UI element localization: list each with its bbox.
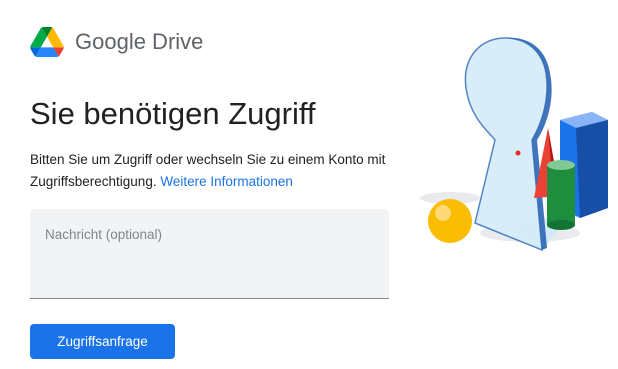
access-denied-page: Google Drive Sie benötigen Zugriff Bitte…	[0, 0, 618, 369]
learn-more-link[interactable]: Weitere Informationen	[160, 174, 293, 189]
keyhole-dot-shape	[515, 150, 521, 156]
description: Bitten Sie um Zugriff oder wechseln Sie …	[30, 149, 400, 193]
green-cylinder-bottom-shape	[547, 220, 575, 230]
yellow-ball-shape	[428, 199, 472, 243]
keyhole-shapes-illustration	[420, 37, 608, 252]
page-title: Sie benötigen Zugriff	[30, 96, 316, 131]
blue-box-side-shape	[576, 120, 608, 218]
message-field	[30, 209, 389, 299]
green-cylinder-top-shape	[547, 160, 575, 170]
google-drive-icon	[30, 27, 64, 57]
green-cylinder-shape	[547, 165, 575, 225]
request-access-button[interactable]: Zugriffsanfrage	[30, 324, 175, 359]
header: Google Drive	[30, 27, 203, 57]
brand-name: Google Drive	[75, 29, 204, 54]
message-input[interactable]	[30, 209, 389, 298]
yellow-ball-highlight-shape	[435, 205, 451, 221]
